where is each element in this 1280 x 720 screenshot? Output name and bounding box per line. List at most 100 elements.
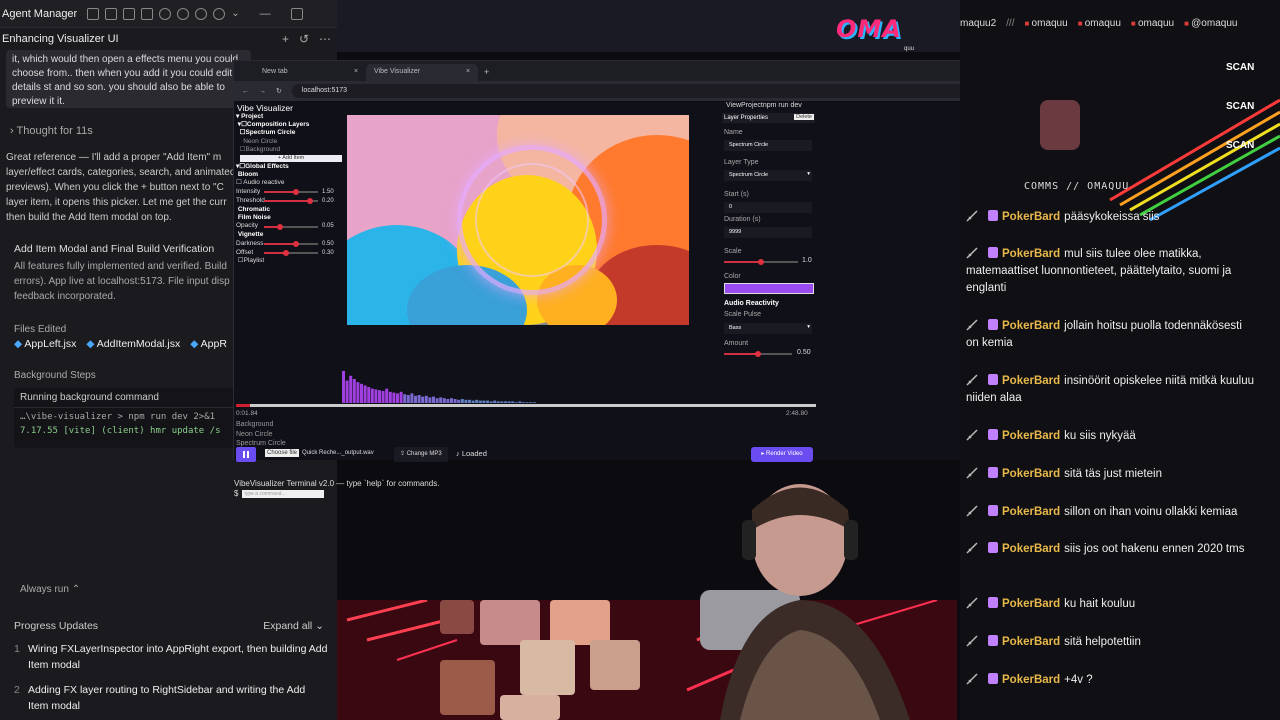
tab-close-icon[interactable]: × (466, 68, 470, 77)
search-icon[interactable] (159, 7, 172, 20)
fx-slider-row[interactable]: Threshold 0.20 (236, 197, 344, 206)
background-command-box[interactable]: Running background command …\vibe-visual… (14, 388, 238, 448)
address-bar[interactable]: localhost:5173 (291, 84, 971, 98)
account-icon[interactable] (213, 7, 226, 20)
timeline-scrubber[interactable] (236, 404, 816, 407)
slider-knob[interactable] (277, 223, 284, 230)
face-image (590, 640, 640, 690)
reload-icon[interactable]: ↻ (276, 87, 282, 95)
slider-knob[interactable] (282, 249, 289, 256)
tree-item-spectrum-circle[interactable]: ☐Spectrum Circle (236, 129, 344, 137)
effect-vignette[interactable]: Vignette (236, 231, 344, 239)
visualizer-preview[interactable] (347, 115, 689, 325)
progress-item[interactable]: 1 Wiring FXLayerInspector into AppRight e… (14, 641, 334, 673)
more-icon[interactable]: ⋯ (319, 32, 331, 46)
change-mp3-button[interactable]: ⇪ Change MP3 (394, 447, 448, 462)
scale-pulse-select[interactable]: Bass (724, 323, 812, 334)
tab-vibe-visualizer[interactable]: Vibe Visualizer × (366, 64, 478, 81)
chat-username[interactable]: PokerBard (1002, 375, 1060, 387)
darkness-slider[interactable] (264, 240, 318, 247)
effect-film-noise[interactable]: Film Noise (236, 214, 344, 222)
amount-slider[interactable] (724, 351, 792, 357)
chat-username[interactable]: PokerBard (1002, 598, 1060, 610)
sword-icon (966, 429, 978, 441)
thought-toggle[interactable]: › Thought for 11s (10, 125, 93, 137)
maximize-icon[interactable] (290, 7, 303, 20)
tree-item-project[interactable]: ▾ Project (236, 113, 344, 121)
gear-icon[interactable] (195, 7, 208, 20)
fx-slider-row[interactable]: Opacity 0.05 (236, 222, 344, 231)
tab-new-tab[interactable]: New tab × (254, 64, 366, 81)
file-link[interactable]: AppR (190, 338, 227, 350)
terminal-prompt-row: $ type a command... (234, 489, 325, 498)
spectrum-bar (399, 391, 403, 403)
chat-username[interactable]: PokerBard (1002, 506, 1060, 518)
tree-item-global-effects[interactable]: ▾☐Global Effects (236, 163, 344, 171)
minimize-icon[interactable]: — (260, 8, 271, 20)
sword-icon (966, 505, 978, 517)
grid-icon[interactable] (105, 7, 118, 20)
intensity-slider[interactable] (264, 189, 318, 196)
tree-item-playlist[interactable]: ☐Playlist (236, 257, 344, 265)
sword-icon (966, 673, 978, 685)
duration-input[interactable]: 9999 (724, 227, 812, 238)
chat-username[interactable]: PokerBard (1002, 248, 1060, 260)
layer-type-select[interactable]: Spectrum Circle (724, 170, 812, 181)
tree-item-background[interactable]: ☐Background (236, 146, 344, 154)
chat-username[interactable]: PokerBard (1002, 320, 1060, 332)
file-link[interactable]: AddItemModal.jsx (86, 338, 180, 350)
opacity-slider[interactable] (264, 223, 318, 230)
sword-icon (966, 597, 978, 609)
spectrum-bar (468, 399, 471, 403)
history-icon[interactable]: ↺ (299, 32, 309, 46)
forward-icon[interactable]: → (259, 88, 266, 95)
choose-file-button[interactable]: Choose file (265, 449, 300, 457)
file-input[interactable]: Choose file Quick Reche..._output.wav (265, 449, 374, 457)
slider-knob[interactable] (755, 351, 761, 357)
layout-icon[interactable] (87, 7, 100, 20)
add-item-button[interactable]: + Add Item (240, 155, 342, 163)
expand-all-button[interactable]: Expand all ⌄ (263, 620, 324, 632)
spectrum-bar (500, 401, 504, 403)
audio-reactive-toggle[interactable]: ☐ Audio reactive (236, 179, 344, 187)
panel-icon[interactable] (123, 7, 136, 20)
progress-item[interactable]: 2 Adding FX layer routing to RightSidebar… (14, 682, 334, 714)
terminal-input[interactable]: type a command... (242, 489, 325, 498)
globe-icon[interactable] (177, 7, 190, 20)
fx-slider-row[interactable]: Offset 0.30 (236, 248, 344, 257)
color-swatch[interactable] (724, 283, 814, 294)
logo-text: OMA (836, 15, 902, 43)
threshold-slider[interactable] (264, 198, 318, 205)
tree-item-neon-circle[interactable]: Neon Circle (236, 138, 344, 146)
name-input[interactable]: Spectrum Circle (724, 140, 812, 151)
offset-slider[interactable] (264, 249, 318, 256)
new-conversation-icon[interactable]: + (282, 32, 289, 46)
slider-knob[interactable] (306, 198, 313, 205)
pause-button[interactable] (236, 447, 256, 462)
slider-knob[interactable] (293, 240, 300, 247)
chevron-down-icon[interactable]: ⌄ (231, 8, 239, 19)
chat-username[interactable]: PokerBard (1002, 211, 1060, 223)
chat-username[interactable]: PokerBard (1002, 468, 1060, 480)
tab-close-icon[interactable]: × (354, 68, 358, 77)
sidebar-icon[interactable] (141, 7, 154, 20)
always-run-button[interactable]: Always run ⌃ (20, 584, 80, 595)
timeline-track[interactable]: Background (236, 420, 286, 430)
slider-knob[interactable] (293, 189, 300, 196)
new-tab-button[interactable]: + (478, 63, 495, 81)
back-icon[interactable]: ← (242, 88, 249, 95)
fx-slider-row[interactable]: Intensity 1.50 (236, 188, 344, 197)
delete-button[interactable]: Delete (794, 114, 814, 120)
chat-username[interactable]: PokerBard (1002, 430, 1060, 442)
fx-slider-row[interactable]: Darkness 0.50 (236, 239, 344, 248)
scale-slider[interactable] (724, 259, 798, 265)
chat-username[interactable]: PokerBard (1002, 674, 1060, 686)
chat-username[interactable]: PokerBard (1002, 543, 1060, 555)
chat-username[interactable]: PokerBard (1002, 636, 1060, 648)
file-link[interactable]: AppLeft.jsx (14, 338, 76, 350)
timeline-track[interactable]: Neon Circle (236, 430, 286, 440)
start-input[interactable]: 0 (724, 202, 812, 213)
effect-chromatic[interactable]: Chromatic (236, 206, 344, 214)
render-video-button[interactable]: ▸ Render Video (751, 447, 813, 462)
slider-knob[interactable] (758, 259, 764, 265)
